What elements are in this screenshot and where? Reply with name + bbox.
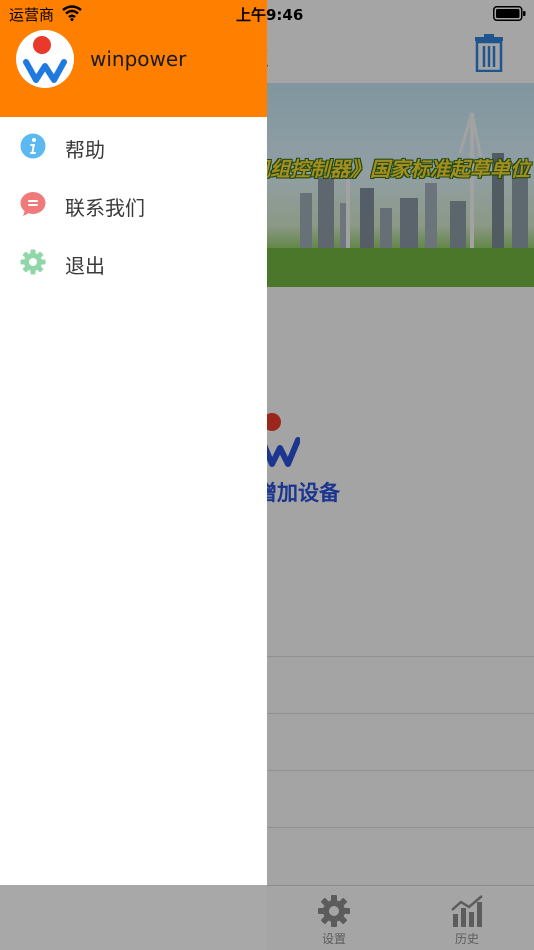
battery-icon [493, 6, 526, 21]
carrier-label: 运营商 [9, 6, 55, 24]
menu-item-label: 联系我们 [65, 196, 145, 220]
app-screen: 点 [0, 0, 534, 950]
gear-icon [20, 249, 46, 275]
status-bar: 运营商 上午9:46 [0, 0, 534, 28]
menu-item-label: 退出 [65, 254, 105, 278]
username-label: winpower [90, 47, 187, 71]
avatar[interactable] [16, 30, 74, 88]
info-icon [20, 133, 46, 159]
winpower-logo-icon [23, 36, 67, 83]
menu-item-logout[interactable]: 退出 [0, 233, 267, 291]
status-time: 上午9:46 [236, 6, 304, 24]
drawer-footer [0, 885, 267, 950]
chat-bubble-icon [20, 192, 46, 216]
menu-item-label: 帮助 [65, 138, 105, 162]
side-drawer: winpower 帮助 联系我们 退出 [0, 0, 267, 885]
menu-item-help[interactable]: 帮助 [0, 117, 267, 175]
wifi-icon [62, 5, 82, 21]
menu-item-contact-us[interactable]: 联系我们 [0, 175, 267, 233]
